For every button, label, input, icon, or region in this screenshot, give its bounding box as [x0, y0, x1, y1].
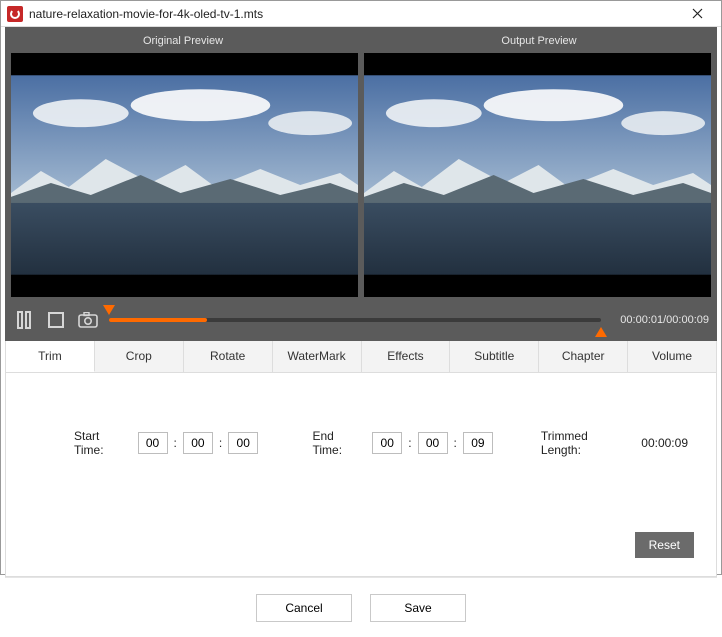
- start-time-label: Start Time:: [74, 429, 130, 457]
- snapshot-button[interactable]: [77, 309, 99, 331]
- stop-icon: [48, 312, 64, 328]
- tab-subtitle[interactable]: Subtitle: [450, 341, 539, 372]
- start-hours-input[interactable]: [138, 432, 168, 454]
- cancel-button[interactable]: Cancel: [256, 594, 352, 622]
- pause-button[interactable]: [13, 309, 35, 331]
- timeline-progress: [109, 318, 207, 322]
- end-time-group: : :: [372, 432, 493, 454]
- end-seconds-input[interactable]: [463, 432, 493, 454]
- start-minutes-input[interactable]: [183, 432, 213, 454]
- tab-crop[interactable]: Crop: [95, 341, 184, 372]
- close-button[interactable]: [677, 2, 717, 26]
- save-button[interactable]: Save: [370, 594, 466, 622]
- trimmed-length-label: Trimmed Length:: [541, 429, 627, 457]
- tab-effects[interactable]: Effects: [362, 341, 451, 372]
- tab-chapter[interactable]: Chapter: [539, 341, 628, 372]
- end-minutes-input[interactable]: [418, 432, 448, 454]
- video-frame-original: [11, 75, 358, 275]
- stop-button[interactable]: [45, 309, 67, 331]
- window-title: nature-relaxation-movie-for-4k-oled-tv-1…: [29, 7, 677, 21]
- tab-trim[interactable]: Trim: [6, 341, 95, 372]
- colon: :: [219, 436, 222, 450]
- preview-area: Original Preview Output Preview: [5, 27, 717, 341]
- start-time-group: : :: [138, 432, 259, 454]
- start-seconds-input[interactable]: [228, 432, 258, 454]
- trim-tab-body: Start Time: : : End Time: : : Trimmed Le…: [6, 373, 716, 576]
- trim-handle-end[interactable]: [595, 327, 607, 337]
- pause-icon: [16, 311, 32, 329]
- original-preview-label: Original Preview: [5, 29, 361, 53]
- camera-icon: [78, 312, 98, 328]
- app-icon: [7, 6, 23, 22]
- tab-volume[interactable]: Volume: [628, 341, 716, 372]
- trimmed-length-value: 00:00:09: [641, 436, 688, 450]
- video-frame-output: [364, 75, 711, 275]
- original-preview-panel: [11, 53, 358, 297]
- playback-controls: 00:00:01/00:00:09: [5, 305, 717, 335]
- editor-panel: Trim Crop Rotate WaterMark Effects Subti…: [5, 341, 717, 577]
- colon: :: [454, 436, 457, 450]
- close-icon: [692, 8, 703, 19]
- tab-strip: Trim Crop Rotate WaterMark Effects Subti…: [6, 341, 716, 373]
- dialog-footer: Cancel Save: [5, 577, 717, 637]
- trim-handle-start[interactable]: [103, 305, 115, 315]
- timeline-slider[interactable]: [109, 311, 601, 329]
- time-readout: 00:00:01/00:00:09: [611, 314, 709, 326]
- reset-button[interactable]: Reset: [635, 532, 694, 558]
- output-preview-label: Output Preview: [361, 29, 717, 53]
- end-time-label: End Time:: [313, 429, 365, 457]
- titlebar: nature-relaxation-movie-for-4k-oled-tv-1…: [1, 1, 721, 27]
- colon: :: [408, 436, 411, 450]
- tab-rotate[interactable]: Rotate: [184, 341, 273, 372]
- output-preview-panel: [364, 53, 711, 297]
- colon: :: [174, 436, 177, 450]
- end-hours-input[interactable]: [372, 432, 402, 454]
- tab-watermark[interactable]: WaterMark: [273, 341, 362, 372]
